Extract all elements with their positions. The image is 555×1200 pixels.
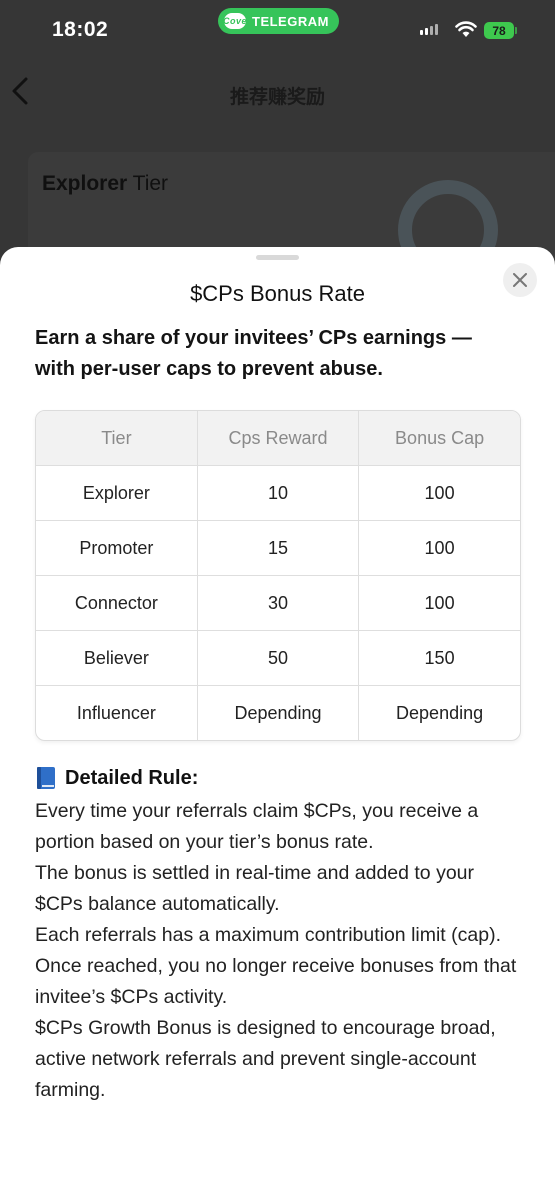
app-logo-icon: Cove [223, 13, 247, 29]
table-row: Believer 50 150 [36, 630, 520, 686]
wifi-icon [455, 21, 477, 37]
rules-body: Every time your referrals claim $CPs, yo… [35, 796, 525, 1106]
column-header-cps-reward: Cps Reward [196, 411, 360, 466]
column-header-bonus-cap: Bonus Cap [358, 411, 520, 466]
column-header-tier: Tier [36, 411, 198, 466]
sheet-drag-handle[interactable] [256, 255, 299, 260]
rule-paragraph: The bonus is settled in real-time and ad… [35, 862, 475, 915]
table-cell-reward: 10 [196, 465, 360, 521]
rules-heading: Detailed Rule: [35, 766, 198, 790]
table-row: Influencer Depending Depending [36, 685, 520, 740]
table-header-row: Tier Cps Reward Bonus Cap [36, 411, 520, 466]
status-time: 18:02 [52, 18, 109, 41]
table-cell-reward: 50 [196, 630, 360, 686]
table-cell-tier: Influencer [36, 685, 198, 740]
battery-indicator: 78 [484, 22, 514, 39]
table-cell-cap: 100 [358, 520, 520, 576]
rules-title: Detailed Rule: [65, 766, 199, 789]
table-cell-tier: Explorer [36, 465, 198, 521]
cellular-signal-icon [420, 24, 438, 35]
blue-book-icon [37, 767, 55, 789]
tier-word: Tier [127, 172, 169, 195]
table-cell-reward: Depending [196, 685, 360, 740]
table-cell-cap: 100 [358, 575, 520, 631]
telegram-pill[interactable]: Cove TELEGRAM [218, 8, 339, 34]
table-cell-cap: 150 [358, 630, 520, 686]
table-cell-cap: 100 [358, 465, 520, 521]
table-row: Promoter 15 100 [36, 520, 520, 576]
table-cell-cap: Depending [358, 685, 520, 740]
table-cell-tier: Promoter [36, 520, 198, 576]
table-cell-reward: 30 [196, 575, 360, 631]
bonus-rate-sheet: $CPs Bonus Rate Earn a share of your inv… [0, 247, 555, 1200]
page-title: 推荐赚奖励 [229, 87, 325, 108]
table-row: Connector 30 100 [36, 575, 520, 631]
rule-paragraph: Every time your referrals claim $CPs, yo… [35, 800, 479, 853]
battery-tip [515, 27, 517, 34]
sheet-subtitle: Earn a share of your invitees’ CPs earni… [35, 327, 472, 380]
rule-paragraph: $CPs Growth Bonus is designed to encoura… [35, 1017, 496, 1101]
table-cell-reward: 15 [196, 520, 360, 576]
sheet-title: $CPs Bonus Rate [190, 281, 365, 306]
bonus-rate-table: Tier Cps Reward Bonus Cap Explorer 10 10… [35, 410, 521, 741]
tier-card-label: Explorer Tier [42, 172, 168, 196]
tier-name: Explorer [42, 172, 128, 195]
rule-paragraph: Each referrals has a maximum contributio… [35, 924, 517, 1008]
table-row: Explorer 10 100 [36, 465, 520, 521]
table-cell-tier: Believer [36, 630, 198, 686]
telegram-pill-label: TELEGRAM [252, 13, 329, 29]
table-cell-tier: Connector [36, 575, 198, 631]
